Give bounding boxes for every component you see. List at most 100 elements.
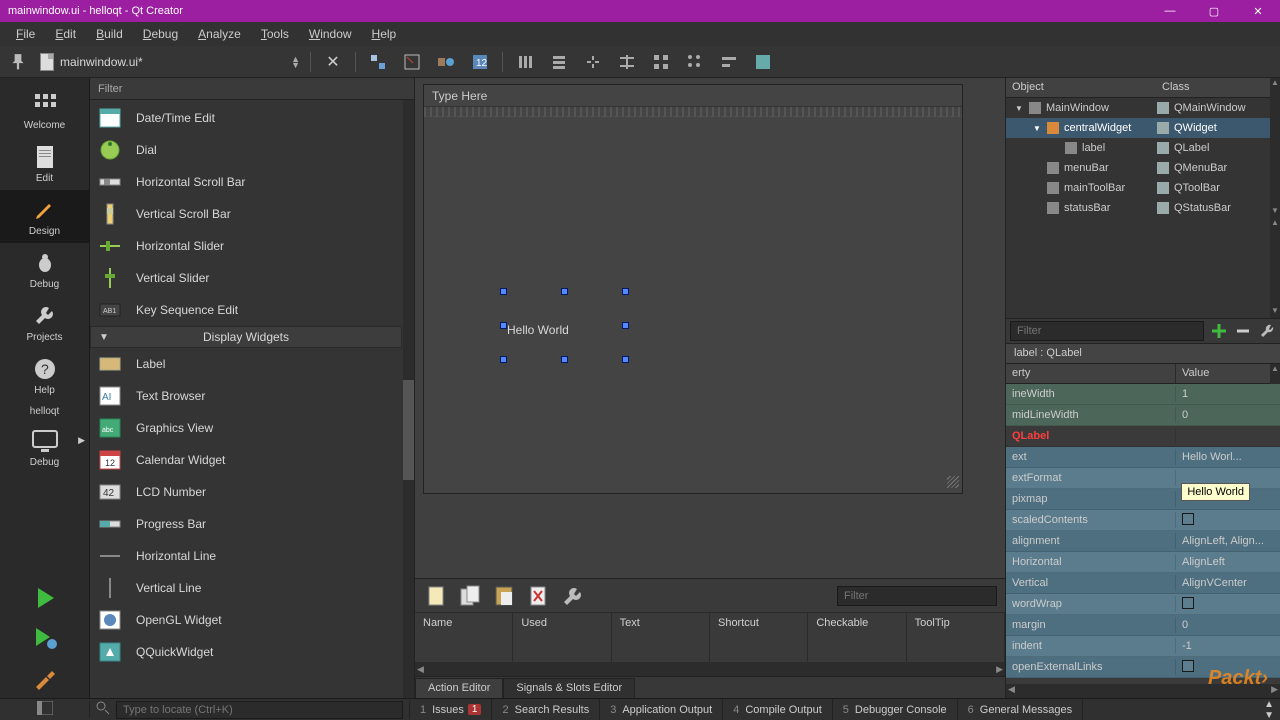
edit-buddies-button[interactable] (434, 50, 458, 74)
checkbox-icon[interactable] (1182, 597, 1194, 609)
sidebar-item-debug[interactable]: Debug (0, 243, 89, 296)
copy-action-button[interactable] (457, 583, 483, 609)
selection-handle[interactable] (500, 288, 507, 295)
main-window-preview[interactable]: Type Here Hello World (423, 84, 963, 494)
output-toggle-icon[interactable]: ▲▼ (1258, 699, 1280, 720)
paste-action-button[interactable] (491, 583, 517, 609)
object-menuBar[interactable]: menuBarQMenuBar (1006, 158, 1270, 178)
debug-run-button[interactable] (0, 618, 89, 658)
layout-form-button[interactable] (683, 50, 707, 74)
value-header[interactable]: Value (1176, 364, 1270, 383)
tab-action-editor[interactable]: Action Editor (415, 678, 503, 698)
prop-alignment[interactable]: alignmentAlignLeft, Align... (1006, 531, 1280, 552)
widget-label[interactable]: Label (90, 348, 402, 380)
prop-vertical[interactable]: VerticalAlignVCenter (1006, 573, 1280, 594)
action-filter-input[interactable] (837, 586, 997, 606)
layout-vsplitter-button[interactable] (615, 50, 639, 74)
object-label[interactable]: labelQLabel (1006, 138, 1270, 158)
prop-ext[interactable]: extHello Worl... (1006, 447, 1280, 468)
object-MainWindow[interactable]: ▼MainWindowQMainWindow (1006, 98, 1270, 118)
configure-properties-button[interactable] (1258, 322, 1276, 340)
widget-text-browser[interactable]: AIText Browser (90, 380, 402, 412)
prop-qlabel[interactable]: QLabel (1006, 426, 1280, 447)
prop-inewidth[interactable]: ineWidth1 (1006, 384, 1280, 405)
action-col-shortcut[interactable]: Shortcut (710, 613, 808, 662)
run-button[interactable] (0, 578, 89, 618)
prop-wordwrap[interactable]: wordWrap (1006, 594, 1280, 615)
file-dropdown-icon[interactable]: ▲▼ (291, 56, 300, 68)
label-widget[interactable]: Hello World (507, 323, 569, 337)
menu-window[interactable]: Window (299, 24, 362, 44)
toolbar-placeholder[interactable] (424, 107, 962, 117)
widget-horizontal-scroll-bar[interactable]: Horizontal Scroll Bar (90, 166, 402, 198)
selection-handle[interactable] (500, 356, 507, 363)
selection-handle[interactable] (622, 288, 629, 295)
widget-progress-bar[interactable]: Progress Bar (90, 508, 402, 540)
delete-action-button[interactable] (525, 583, 551, 609)
widget-horizontal-line[interactable]: Horizontal Line (90, 540, 402, 572)
edit-widgets-button[interactable] (366, 50, 390, 74)
action-col-text[interactable]: Text (612, 613, 710, 662)
locator-input[interactable] (116, 701, 403, 719)
action-col-used[interactable]: Used (513, 613, 611, 662)
checkbox-icon[interactable] (1182, 513, 1194, 525)
configure-button[interactable] (559, 583, 585, 609)
sidebar-item-edit[interactable]: Edit (0, 137, 89, 190)
menu-help[interactable]: Help (362, 24, 407, 44)
property-header[interactable]: erty (1006, 364, 1176, 383)
prop-scrollbar[interactable]: ▲ (1270, 364, 1280, 384)
widget-vertical-scroll-bar[interactable]: Vertical Scroll Bar (90, 198, 402, 230)
object-centralWidget[interactable]: ▼centralWidgetQWidget (1006, 118, 1270, 138)
break-layout-button[interactable] (717, 50, 741, 74)
widget-vertical-line[interactable]: Vertical Line (90, 572, 402, 604)
tab-signals-slots-editor[interactable]: Signals & Slots Editor (503, 678, 635, 698)
widget-lcd-number[interactable]: 42LCD Number (90, 476, 402, 508)
prop-midlinewidth[interactable]: midLineWidth0 (1006, 405, 1280, 426)
layout-vertical-button[interactable] (547, 50, 571, 74)
pin-icon[interactable] (6, 50, 30, 74)
widget-qquickwidget[interactable]: QQuickWidget (90, 636, 402, 668)
edit-signals-button[interactable] (400, 50, 424, 74)
menu-debug[interactable]: Debug (133, 24, 188, 44)
add-property-button[interactable] (1210, 322, 1228, 340)
prop-openexternallinks[interactable]: openExternalLinks (1006, 657, 1280, 678)
maximize-button[interactable]: ▢ (1192, 0, 1236, 22)
menu-analyze[interactable]: Analyze (188, 24, 251, 44)
widget-opengl-widget[interactable]: OpenGL Widget (90, 604, 402, 636)
layout-grid-button[interactable] (649, 50, 673, 74)
status-tab-debugger-console[interactable]: 5Debugger Console (833, 699, 958, 720)
action-col-name[interactable]: Name (415, 613, 513, 662)
selection-handle[interactable] (622, 322, 629, 329)
widget-category[interactable]: ▼Display Widgets (90, 326, 402, 348)
new-action-button[interactable] (423, 583, 449, 609)
widget-dial[interactable]: Dial (90, 134, 402, 166)
status-tab-search-results[interactable]: 2Search Results (492, 699, 600, 720)
action-col-tooltip[interactable]: ToolTip (907, 613, 1005, 662)
widget-filter-label[interactable]: Filter (90, 78, 414, 100)
status-tab-general-messages[interactable]: 6General Messages (958, 699, 1083, 720)
menu-tools[interactable]: Tools (251, 24, 299, 44)
selection-handle[interactable] (561, 356, 568, 363)
minimize-button[interactable]: — (1148, 0, 1192, 22)
object-scrollbar-2[interactable]: ▲▼ (1270, 218, 1280, 318)
class-header[interactable]: Class (1156, 78, 1270, 97)
selection-handle[interactable] (561, 288, 568, 295)
widget-key-sequence-edit[interactable]: AB1Key Sequence Edit (90, 294, 402, 326)
adjust-size-button[interactable] (751, 50, 775, 74)
close-button[interactable]: ✕ (1236, 0, 1280, 22)
selection-handle[interactable] (500, 322, 507, 329)
edit-taborder-button[interactable]: 12 (468, 50, 492, 74)
object-mainToolBar[interactable]: mainToolBarQToolBar (1006, 178, 1270, 198)
menu-placeholder[interactable]: Type Here (424, 85, 962, 107)
widget-horizontal-slider[interactable]: Horizontal Slider (90, 230, 402, 262)
action-col-checkable[interactable]: Checkable (808, 613, 906, 662)
prop-indent[interactable]: indent-1 (1006, 636, 1280, 657)
menu-build[interactable]: Build (86, 24, 133, 44)
menu-edit[interactable]: Edit (45, 24, 86, 44)
remove-property-button[interactable] (1234, 322, 1252, 340)
sidebar-item-design[interactable]: Design (0, 190, 89, 243)
action-hscrollbar[interactable]: ◀▶ (415, 662, 1005, 676)
object-inspector[interactable]: ▼MainWindowQMainWindow▼centralWidgetQWid… (1006, 98, 1270, 218)
sidebar-item-help[interactable]: ? Help (0, 349, 89, 402)
object-header[interactable]: Object (1006, 78, 1156, 97)
